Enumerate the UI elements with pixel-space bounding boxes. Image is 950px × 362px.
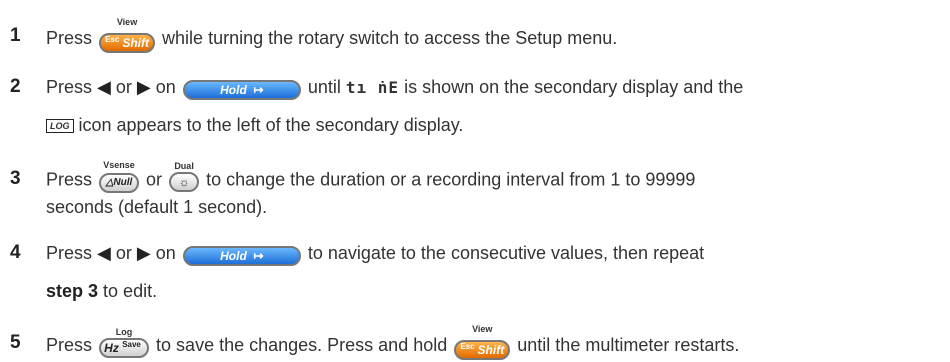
text: to navigate to the consecutive values, t… (307, 243, 705, 263)
step-text: Press Log Hz Save to save the changes. P… (46, 324, 740, 360)
step-text: Press ◀ or ▶ on Hold ↦ to navigate to th… (46, 242, 704, 266)
text: Press (46, 77, 93, 97)
key-caption: View (472, 324, 493, 334)
key-caption: Vsense (103, 160, 135, 170)
text: or (115, 77, 132, 97)
key-label: Shift (122, 36, 149, 50)
hold-key: Hold ↦ (182, 243, 301, 266)
text: icon appears to the left of the secondar… (78, 115, 464, 135)
step-text: Press View Esc Shift while turning the ro… (46, 17, 618, 53)
step-number: 5 (10, 332, 21, 353)
key-label: Shift (477, 343, 505, 357)
segment-display-text: tı ṅE (345, 78, 400, 97)
key-label: Hold (220, 82, 247, 97)
text: is shown on the secondary display and th… (404, 77, 744, 97)
hold-key: Hold ↦ (182, 77, 301, 100)
step-text: Press Vsense △Null or Dual ☼ to change t… (46, 160, 696, 193)
shift-button-icon: Esc Shift (99, 33, 156, 53)
key-arrow: ↦ (253, 82, 264, 97)
text: or (115, 243, 132, 263)
step-number: 3 (10, 168, 21, 189)
shift-key: View Esc Shift (99, 17, 156, 53)
key-caption: Log (115, 326, 133, 337)
log-icon: LOG (46, 119, 74, 134)
null-key: Vsense △Null (99, 160, 140, 193)
key-label: Hold (220, 248, 247, 263)
step-number: 1 (10, 25, 21, 46)
right-arrow-icon: ▶ (136, 243, 151, 263)
text: while turning the rotary switch to acces… (162, 27, 618, 48)
text: to save the changes. Press and hold (156, 334, 448, 355)
shift-key: View Esc Shift (454, 324, 511, 360)
text: to edit. (103, 281, 158, 301)
text: Press (46, 334, 93, 355)
key-caption: Dual (174, 161, 194, 171)
text: to change the duration or a recording in… (206, 169, 696, 190)
dual-key: Dual ☼ (169, 161, 200, 192)
left-arrow-icon: ◀ (97, 77, 111, 97)
shift-button-icon: Esc Shift (454, 340, 511, 360)
hz-key: Log Hz Save (99, 327, 150, 358)
bold-reference: step 3 (46, 281, 99, 301)
step-number: 4 (10, 242, 21, 263)
null-button-icon: △Null (99, 173, 140, 193)
step-number: 2 (10, 76, 21, 97)
hold-button-icon: Hold ↦ (182, 79, 301, 100)
text: or (146, 169, 163, 190)
step-text-line-2: seconds (default 1 second). (46, 196, 267, 218)
text: until the multimeter restarts. (517, 334, 740, 355)
step-text-line-2: LOG icon appears to the left of the seco… (46, 114, 463, 136)
text: seconds (default 1 second). (46, 197, 268, 217)
text: Press (46, 27, 93, 48)
text: Press (46, 169, 93, 190)
key-caption: View (116, 17, 138, 27)
step-text: Press ◀ or ▶ on Hold ↦ until tı ṅE is sh… (46, 76, 743, 100)
right-arrow-icon: ▶ (136, 77, 151, 97)
left-arrow-icon: ◀ (97, 243, 111, 263)
text: on (155, 77, 176, 97)
hold-button-icon: Hold ↦ (182, 245, 301, 266)
text: until (307, 77, 341, 97)
key-arrow: ↦ (253, 248, 264, 263)
text: Press (46, 243, 93, 263)
step-text-line-2: step 3 to edit. (46, 280, 157, 302)
text: on (155, 243, 176, 263)
